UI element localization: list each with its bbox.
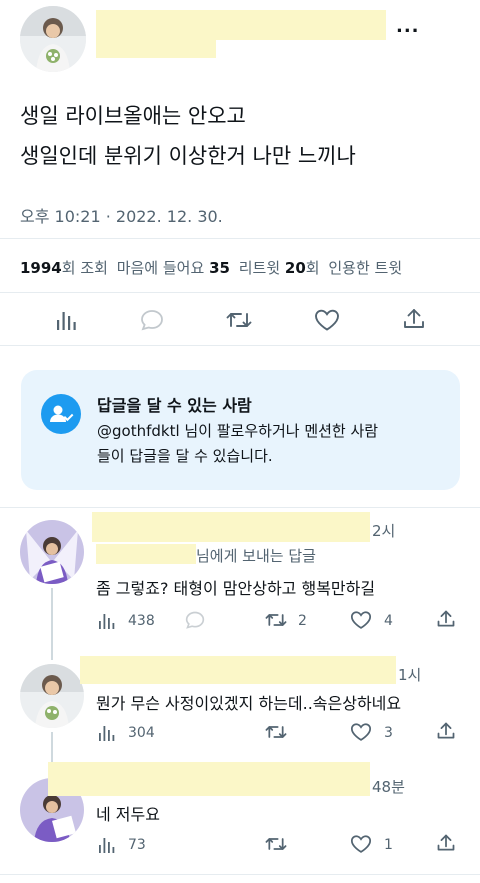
- retweets-count[interactable]: 20: [285, 259, 306, 277]
- reply-retweets-count[interactable]: 2: [298, 613, 307, 629]
- reply-text: 좀 그렇죠? 태형이 맘안상하고 행복만하길: [96, 579, 376, 598]
- share-icon[interactable]: [402, 307, 426, 335]
- more-options-button[interactable]: ...: [396, 16, 420, 37]
- views-icon[interactable]: [98, 724, 116, 746]
- reply-likes-count[interactable]: 4: [384, 613, 393, 629]
- reply-avatar[interactable]: [20, 664, 84, 728]
- views-icon[interactable]: [98, 612, 116, 634]
- views-icon[interactable]: [98, 836, 116, 858]
- divider: [0, 874, 480, 875]
- replying-to-label: 님에게 보내는 답글: [196, 547, 316, 565]
- tweet-text-line1: 생일 라이브올애는 안오고: [20, 104, 246, 128]
- reply-icon[interactable]: [185, 610, 205, 634]
- reply-author-redacted: [48, 762, 370, 796]
- reply-text: 뭔가 무슨 사정이있겠지 하는데..속은상하네요: [96, 694, 402, 713]
- people-icon: [41, 394, 81, 434]
- reply-views-count[interactable]: 304: [128, 725, 155, 741]
- views-label: 회 조회: [61, 259, 108, 277]
- reply-restriction-line1: @gothfdktl 님이 팔로우하거나 멘션한 사람: [97, 422, 379, 440]
- reply-restriction-line2: 들이 답글을 달 수 있습니다.: [97, 447, 273, 465]
- reply-avatar[interactable]: [20, 520, 84, 584]
- reply-views-count[interactable]: 73: [128, 837, 146, 853]
- reply-icon[interactable]: [140, 308, 164, 336]
- reply-author-redacted: [80, 656, 396, 684]
- reply-time[interactable]: 2시: [372, 520, 395, 541]
- quotes-label[interactable]: 인용한 트윗: [328, 259, 402, 277]
- like-icon[interactable]: [350, 834, 372, 858]
- divider: [0, 238, 480, 239]
- reply-restriction-title: 답글을 달 수 있는 사람: [97, 396, 252, 415]
- retweets-label[interactable]: 리트윗: [239, 259, 280, 277]
- share-icon[interactable]: [436, 833, 456, 857]
- like-icon[interactable]: [350, 610, 372, 634]
- reply-author-redacted: [92, 512, 370, 542]
- retweet-icon[interactable]: [265, 722, 287, 746]
- retweet-icon[interactable]: [226, 308, 252, 336]
- replying-to-redacted: [96, 544, 196, 564]
- likes-label[interactable]: 마음에 들어요: [117, 259, 205, 277]
- thread-line: [51, 588, 53, 660]
- retweets-unit: 회: [305, 259, 320, 277]
- author-name-redacted: [96, 10, 386, 40]
- tweet-timestamp[interactable]: 오후 10:21 · 2022. 12. 30.: [20, 203, 223, 227]
- reply-likes-count[interactable]: 3: [384, 725, 393, 741]
- reply-text: 네 저두요: [96, 805, 160, 824]
- retweet-icon[interactable]: [265, 834, 287, 858]
- like-icon[interactable]: [350, 722, 372, 746]
- retweet-icon[interactable]: [265, 610, 287, 634]
- likes-count[interactable]: 35: [209, 259, 230, 277]
- views-count[interactable]: 1994: [20, 259, 62, 277]
- like-icon[interactable]: [314, 308, 340, 336]
- divider: [0, 507, 480, 508]
- tweet-stats: 1994회 조회 마음에 들어요 35 리트윗 20회 인용한 트윗: [20, 257, 402, 278]
- divider: [0, 345, 480, 346]
- reply-time[interactable]: 48분: [372, 776, 405, 797]
- tweet-text-line2: 생일인데 분위기 이상한거 나만 느끼나: [20, 144, 356, 168]
- reply-restriction-card: 답글을 달 수 있는 사람 @gothfdktl 님이 팔로우하거나 멘션한 사…: [21, 370, 460, 490]
- share-icon[interactable]: [436, 609, 456, 633]
- author-handle-redacted: [96, 40, 216, 58]
- views-icon[interactable]: [55, 309, 77, 335]
- reply-views-count[interactable]: 438: [128, 613, 155, 629]
- author-avatar[interactable]: [20, 6, 86, 72]
- reply-time[interactable]: 1시: [398, 664, 421, 685]
- divider: [0, 292, 480, 293]
- share-icon[interactable]: [436, 721, 456, 745]
- reply-likes-count[interactable]: 1: [384, 837, 393, 853]
